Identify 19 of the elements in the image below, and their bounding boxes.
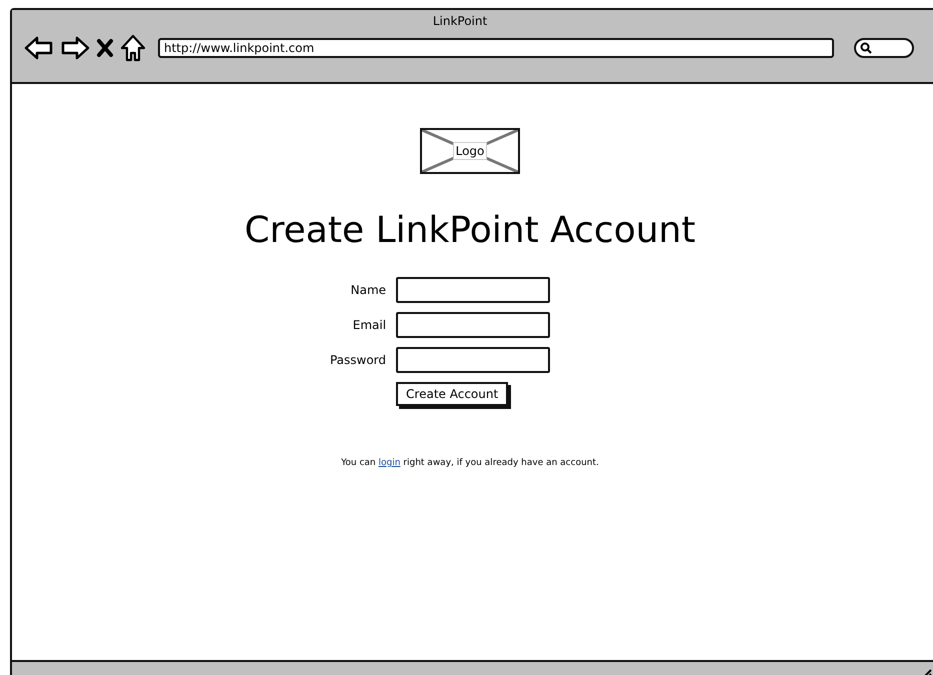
field-label: Name bbox=[350, 283, 386, 297]
logo-label: Logo bbox=[452, 142, 488, 160]
search-field[interactable] bbox=[854, 38, 914, 58]
back-icon[interactable] bbox=[24, 35, 54, 61]
search-icon bbox=[860, 42, 872, 54]
login-link[interactable]: login bbox=[378, 458, 400, 468]
field-label: Password bbox=[330, 353, 386, 367]
create-account-button[interactable]: Create Account bbox=[396, 382, 508, 406]
login-note: You can login right away, if you already have an account. bbox=[341, 458, 599, 468]
forward-icon[interactable] bbox=[60, 35, 90, 61]
close-icon[interactable] bbox=[96, 38, 114, 58]
address-field[interactable]: http://www.linkpoint.com bbox=[158, 38, 834, 58]
input-field[interactable] bbox=[396, 347, 550, 373]
field-label: Email bbox=[352, 318, 386, 332]
input-field[interactable] bbox=[396, 312, 550, 338]
window-title: LinkPoint bbox=[432, 13, 488, 28]
home-icon[interactable] bbox=[120, 34, 146, 62]
page-heading: Create LinkPoint Account bbox=[244, 210, 696, 251]
input-field[interactable] bbox=[396, 277, 550, 303]
